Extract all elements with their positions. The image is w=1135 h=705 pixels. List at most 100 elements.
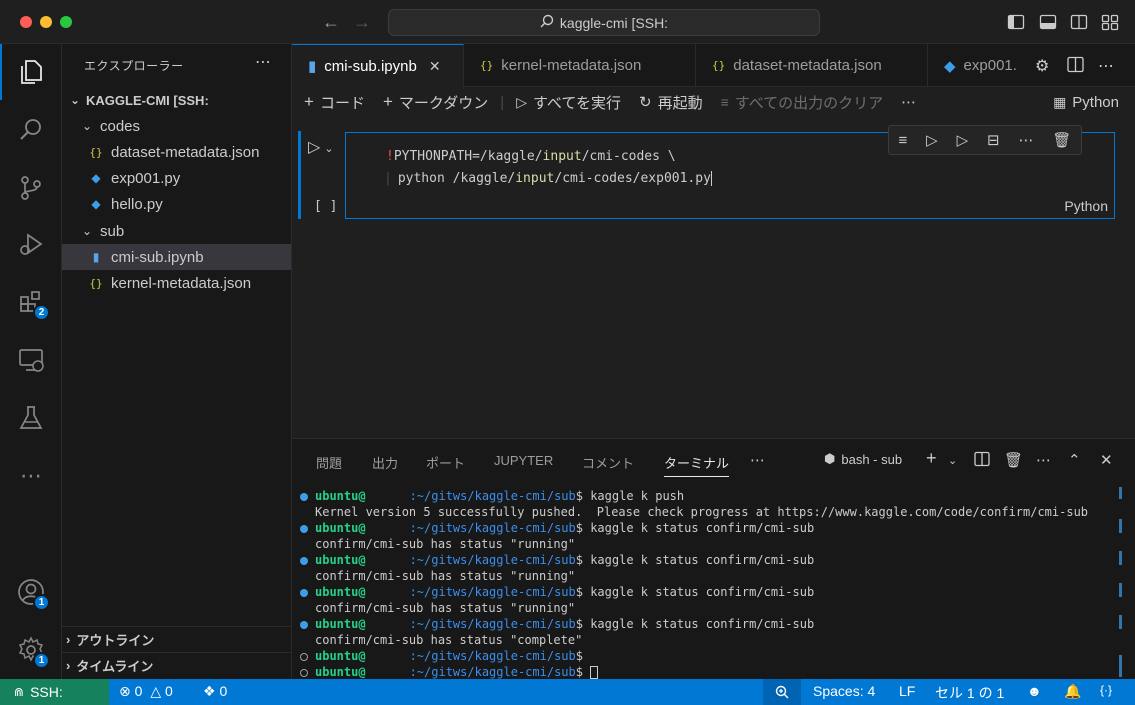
prompt-path: :~/gitws/kaggle-cmi/sub (409, 585, 576, 599)
ports-count: 0 (219, 683, 228, 699)
command-center[interactable]: kaggle-cmi [SSH: (388, 9, 820, 36)
toggle-panel-icon[interactable] (1039, 13, 1057, 31)
tree-item-hello[interactable]: ◆ hello.py (62, 191, 291, 217)
forward-arrow-icon[interactable]: → (353, 12, 371, 33)
notifications-bell-icon[interactable]: 🔔 (1064, 683, 1081, 700)
tree-item-kernel-metadata[interactable]: {} kernel-metadata.json (62, 270, 291, 296)
problems-status[interactable]: ⊗ 0 △ 0 (119, 683, 173, 700)
tab-dataset-metadata[interactable]: {} dataset-metadata.json (696, 44, 928, 87)
maximize-window-button[interactable] (60, 16, 72, 28)
tree-item-label: kernel-metadata.json (111, 274, 252, 292)
remote-explorer-icon[interactable] (0, 332, 62, 388)
tree-root-folder[interactable]: ⌄ KAGGLE-CMI [SSH: (62, 87, 291, 113)
clear-all-outputs-button[interactable]: ≡ すべての出力のクリア (721, 92, 884, 113)
maximize-panel-icon[interactable]: ⌃ (1068, 451, 1081, 469)
tab-kernel-metadata[interactable]: {} kernel-metadata.json (464, 44, 696, 87)
gear-icon[interactable]: ⚙ (1035, 56, 1049, 76)
tab-cmi-sub-notebook[interactable]: ▮ cmi-sub.ipynb ✕ (292, 44, 464, 87)
add-code-cell-button[interactable]: + コード (304, 92, 365, 113)
kernel-picker-button[interactable]: ▦ Python (1053, 94, 1119, 111)
zoom-icon[interactable] (763, 679, 801, 705)
restart-kernel-button[interactable]: ↻ 再起動 (639, 92, 703, 113)
execute-above-icon[interactable]: ▷ (926, 131, 938, 149)
customize-layout-icon[interactable] (1101, 13, 1119, 31)
tab-jupyter[interactable]: JUPYTER (494, 453, 553, 468)
back-arrow-icon[interactable]: ← (322, 12, 340, 33)
minimize-window-button[interactable] (40, 16, 52, 28)
toolbar-more-icon[interactable]: ⋯ (901, 93, 916, 111)
terminal-line: ubuntu@:~/gitws/kaggle-cmi/sub$ kaggle k… (300, 520, 814, 536)
editor-more-icon[interactable]: ⋯ (1098, 56, 1114, 76)
copilot-icon[interactable]: ☻ (1027, 683, 1042, 699)
chevron-down-icon: ⌄ (81, 224, 93, 238)
code-token-highlight: input (542, 149, 582, 164)
run-by-line-icon[interactable]: ≡ (898, 132, 907, 149)
code-line-1[interactable]: !PYTHONPATH=/kaggle/input/cmi-codes \ (386, 149, 676, 164)
tab-output[interactable]: 出力 (372, 453, 398, 472)
tab-exp001[interactable]: ◆ exp001. (928, 44, 1032, 87)
accounts-icon[interactable]: 1 (0, 564, 62, 620)
terminal-command: kaggle k status confirm/cmi-sub (590, 553, 815, 567)
add-markdown-cell-button[interactable]: + マークダウン (383, 92, 488, 113)
settings-gear-icon[interactable]: 1 (0, 622, 62, 678)
code-line-2[interactable]: | python /kaggle/input/cmi-codes/exp001.p… (384, 171, 712, 186)
toggle-primary-sidebar-icon[interactable] (1007, 13, 1025, 31)
more-views-icon[interactable]: ⋯ (0, 448, 62, 504)
close-window-button[interactable] (20, 16, 32, 28)
tab-comments[interactable]: コメント (582, 453, 634, 472)
tab-ports[interactable]: ポート (426, 453, 465, 472)
terminal-line: ubuntu@:~/gitws/kaggle-cmi/sub$ kaggle k… (300, 552, 814, 568)
outline-section[interactable]: › アウトライン (62, 626, 291, 652)
close-tab-icon[interactable]: ✕ (429, 58, 441, 75)
settings-badge: 1 (33, 652, 50, 669)
source-control-icon[interactable] (0, 160, 62, 216)
remote-indicator[interactable]: ⋒ SSH: (0, 679, 109, 705)
indentation-status[interactable]: Spaces: 4 (813, 683, 875, 699)
terminal-output[interactable]: ubuntu@:~/gitws/kaggle-cmi/sub$ kaggle k… (292, 485, 1135, 680)
panel-more-tabs-icon[interactable]: ⋯ (750, 451, 765, 469)
testing-icon[interactable] (0, 390, 62, 446)
toggle-secondary-sidebar-icon[interactable] (1070, 13, 1088, 31)
timeline-section[interactable]: › タイムライン (62, 652, 291, 678)
command-decoration-icon (300, 620, 308, 629)
tree-item-exp001[interactable]: ◆ exp001.py (62, 165, 291, 191)
delete-cell-icon[interactable]: 🗑 (1052, 131, 1071, 149)
ports-status[interactable]: ❖ 0 (203, 683, 227, 700)
kill-terminal-icon[interactable]: 🗑 (1004, 451, 1023, 469)
tree-item-codes[interactable]: ⌄ codes (62, 113, 291, 139)
explorer-icon[interactable] (0, 44, 62, 100)
close-panel-icon[interactable]: ✕ (1100, 451, 1113, 469)
run-all-icon: ▷ (516, 93, 527, 110)
split-cell-icon[interactable]: ⊟ (987, 131, 1000, 149)
run-cell-icon[interactable]: ▷ ⌄ (308, 137, 334, 157)
broadcast-icon: ❖ (203, 683, 216, 699)
run-all-button[interactable]: ▷ すべてを実行 (516, 92, 621, 113)
split-editor-icon[interactable] (1067, 56, 1084, 73)
cell-language-label[interactable]: Python (1064, 198, 1108, 214)
execute-below-icon[interactable]: ▷ (957, 131, 969, 149)
remote-label: SSH: (30, 684, 63, 700)
tree-item-sub[interactable]: ⌄ sub (62, 218, 291, 244)
terminal-line: ubuntu@:~/gitws/kaggle-cmi/sub$ kaggle k… (300, 584, 814, 600)
run-debug-icon[interactable] (0, 216, 62, 272)
python-file-icon: ◆ (91, 171, 101, 185)
terminal-scrollbar[interactable] (1119, 485, 1123, 680)
cell-more-icon[interactable]: ⋯ (1019, 131, 1034, 149)
tab-terminal[interactable]: ターミナル (664, 453, 730, 477)
sidebar-more-icon[interactable]: ⋯ (255, 52, 271, 72)
cell-position-status[interactable]: セル 1 の 1 (935, 683, 1004, 703)
tree-item-dataset-metadata[interactable]: {} dataset-metadata.json (62, 139, 291, 165)
split-terminal-icon[interactable] (974, 451, 990, 467)
search-icon[interactable] (0, 102, 62, 158)
new-terminal-icon[interactable]: + (926, 448, 937, 469)
chevron-down-icon[interactable]: ⌄ (948, 454, 957, 467)
panel-more-icon[interactable]: ⋯ (1036, 451, 1051, 469)
tree-item-cmi-sub-notebook[interactable]: ▮ cmi-sub.ipynb (62, 244, 291, 270)
eol-status[interactable]: LF (899, 683, 915, 699)
format-json-icon[interactable]: {·} (1100, 683, 1112, 697)
bottom-panel: 問題 出力 ポート JUPYTER コメント ターミナル ⋯ ⬢ bash - … (292, 438, 1135, 679)
tab-problems[interactable]: 問題 (316, 453, 342, 472)
timeline-label: タイムライン (76, 659, 154, 674)
extensions-icon[interactable]: 2 (0, 274, 62, 330)
terminal-selector[interactable]: ⬢ bash - sub (824, 451, 902, 467)
